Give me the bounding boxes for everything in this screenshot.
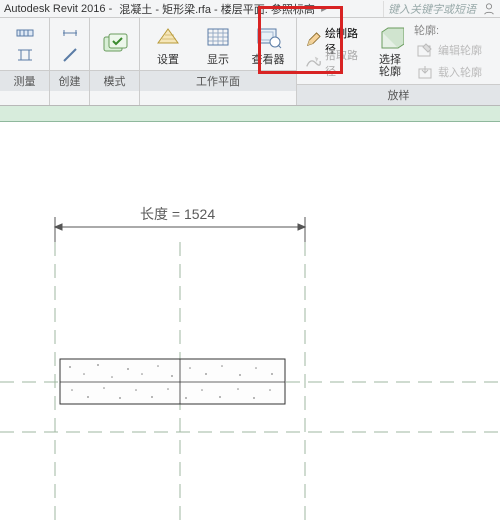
dimension-value[interactable]: 长度 = 1524 bbox=[140, 204, 215, 224]
ribbon: 测量 创建 模式 设置 bbox=[0, 18, 500, 106]
edit-profile-button: 编辑轮廓 bbox=[414, 40, 494, 60]
search-box[interactable]: 键入关键字或短语 bbox=[383, 1, 480, 17]
panel-measure-label: 测量 bbox=[0, 70, 49, 91]
panel-workplane-label: 工作平面 bbox=[140, 70, 296, 91]
workplane-viewer-button[interactable]: 查看器 bbox=[246, 23, 290, 67]
options-bar bbox=[0, 106, 500, 122]
measure-between-button[interactable] bbox=[16, 24, 34, 42]
document-title: 混凝土 - 矩形梁.rfa - 楼层平面: 参照标高 bbox=[119, 1, 315, 17]
show-workplane-button[interactable]: 显示 bbox=[196, 23, 240, 67]
load-profile-button: 载入轮廓 bbox=[414, 62, 494, 82]
edit-profile-icon bbox=[416, 41, 434, 59]
load-profile-label: 载入轮廓 bbox=[438, 64, 482, 80]
load-profile-icon bbox=[416, 63, 434, 81]
pick-path-icon bbox=[305, 54, 321, 72]
measure-align-button[interactable] bbox=[16, 46, 34, 64]
edit-profile-label: 编辑轮廓 bbox=[438, 42, 482, 58]
profile-field-label: 轮廓: bbox=[414, 22, 439, 38]
pencil-icon bbox=[305, 32, 321, 50]
show-label: 显示 bbox=[207, 51, 229, 67]
viewer-label: 查看器 bbox=[252, 51, 285, 67]
detail-line-button[interactable] bbox=[61, 46, 79, 64]
panel-mode-label: 模式 bbox=[90, 70, 139, 91]
pick-path-button: 拾取路径 bbox=[303, 53, 366, 73]
select-profile-button[interactable]: 选择 轮廓 bbox=[372, 26, 408, 78]
panel-measure: 测量 bbox=[0, 18, 50, 105]
panel-create-label: 创建 bbox=[50, 70, 89, 91]
select-profile-label: 选择 轮廓 bbox=[379, 54, 401, 78]
panel-workplane: 设置 显示 查看器 工作平面 bbox=[140, 18, 297, 105]
panel-sweep: 绘制路径 拾取路径 选择 轮廓 轮廓: 编辑轮廓 bbox=[297, 18, 500, 105]
panel-sweep-label: 放样 bbox=[297, 84, 500, 105]
panel-mode: 模式 bbox=[90, 18, 140, 105]
app-name: Autodesk Revit 2016 - bbox=[4, 3, 112, 15]
pick-path-label: 拾取路径 bbox=[325, 47, 364, 79]
drawing-svg bbox=[0, 122, 500, 522]
dimension-button[interactable] bbox=[61, 24, 79, 42]
mode-finish-button[interactable] bbox=[96, 31, 133, 59]
set-label: 设置 bbox=[157, 51, 179, 67]
login-icon[interactable] bbox=[482, 2, 496, 16]
panel-create: 创建 bbox=[50, 18, 90, 105]
set-workplane-button[interactable]: 设置 bbox=[146, 23, 190, 67]
drawing-canvas[interactable]: 长度 = 1524 bbox=[0, 122, 500, 522]
dropdown-icon[interactable]: ▸ bbox=[317, 2, 331, 16]
title-bar: Autodesk Revit 2016 - 混凝土 - 矩形梁.rfa - 楼层… bbox=[0, 0, 500, 18]
